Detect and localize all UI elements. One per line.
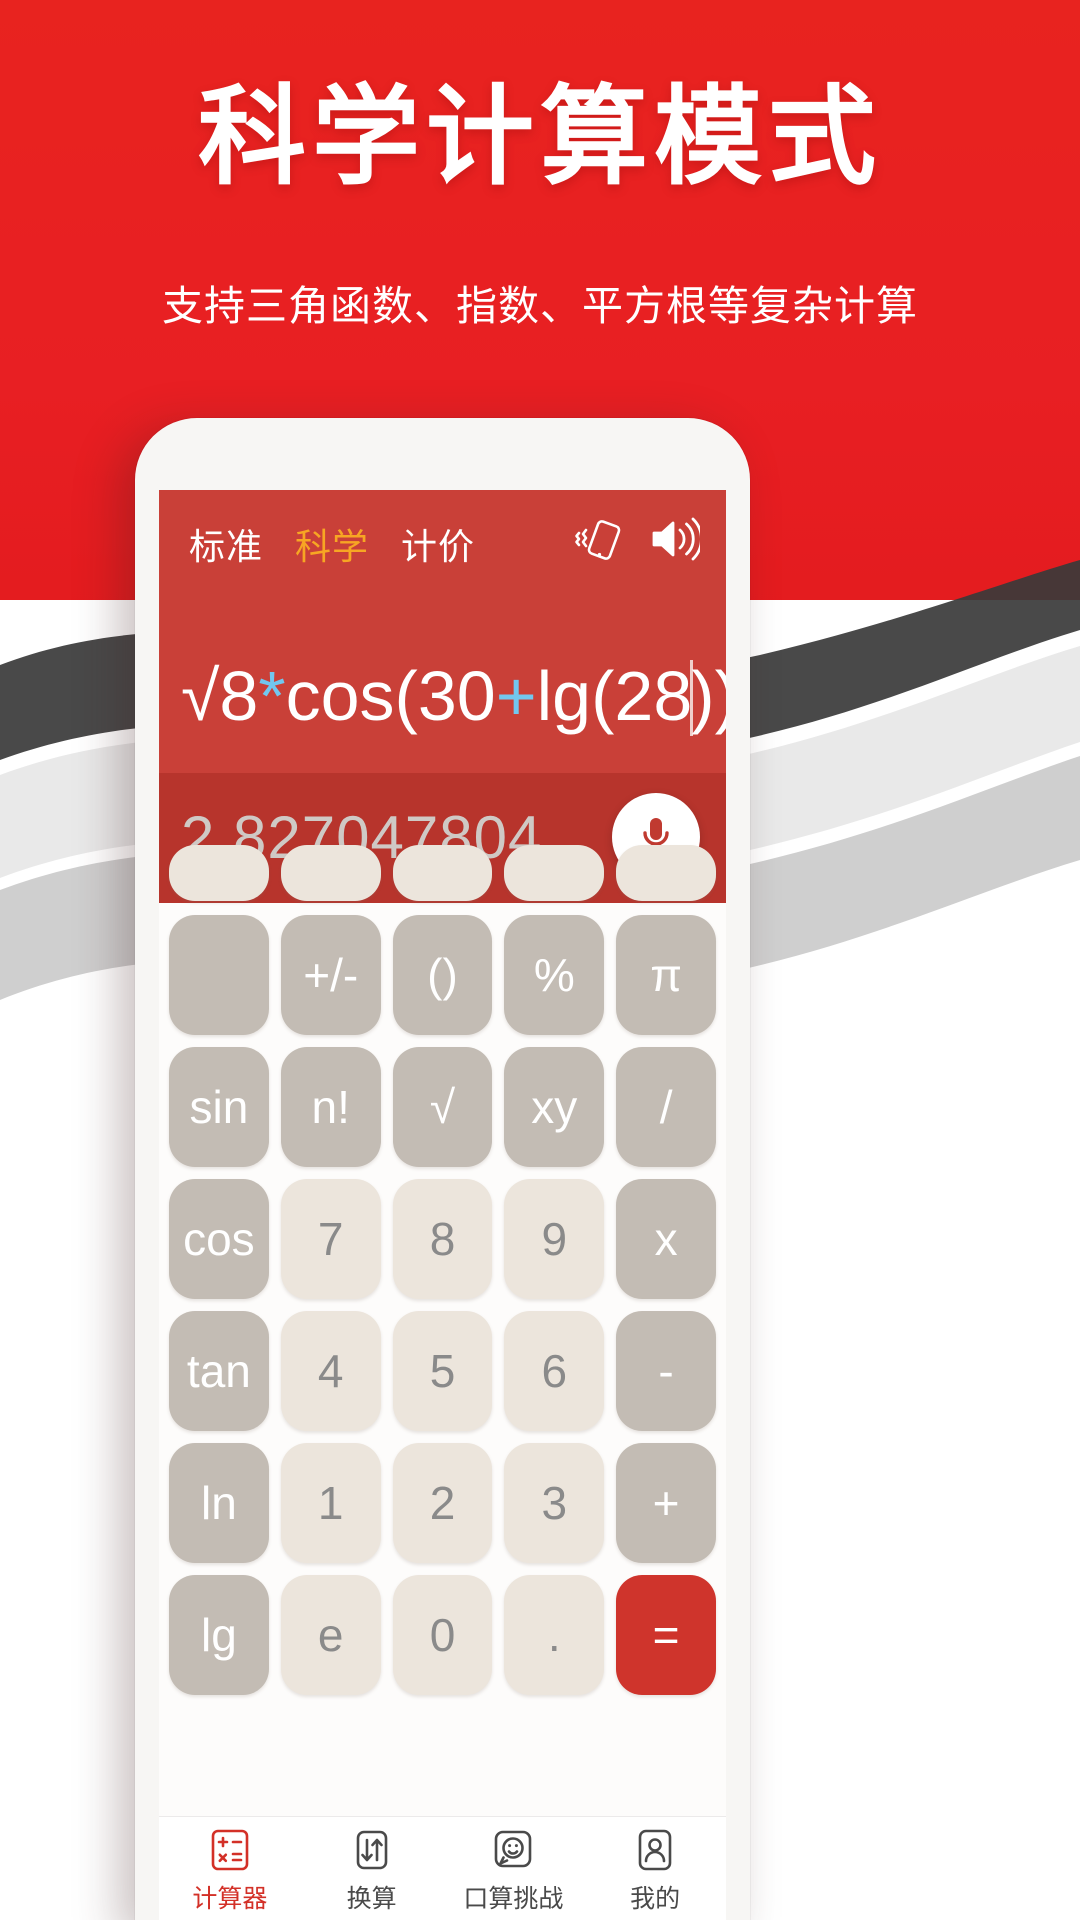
keypad-row: cos 7 8 9 x — [169, 1179, 716, 1299]
key-0[interactable]: 0 — [392, 1575, 493, 1695]
key-e[interactable]: e — [280, 1575, 381, 1695]
nav-label-calculator: 计算器 — [192, 1885, 268, 1913]
key-divide[interactable]: / — [616, 1047, 716, 1167]
nav-item-conversion[interactable]: 换算 — [301, 1827, 443, 1915]
vibrate-icon[interactable] — [572, 514, 622, 564]
convert-arrows-icon — [349, 1827, 395, 1873]
key-tan[interactable]: tan — [169, 1311, 269, 1431]
keypad-row: ln 1 2 3 + — [169, 1443, 716, 1563]
key-9[interactable]: 9 — [504, 1179, 605, 1299]
expr-part: )) — [691, 657, 726, 735]
expr-part: lg(28 — [536, 657, 693, 735]
phone-mockup: 标准 科学 计价 √8*cos(30+lg(28) 2.827047804 +/… — [135, 418, 750, 1920]
tab-pricing[interactable]: 计价 — [401, 518, 475, 570]
key-factorial[interactable]: n! — [280, 1047, 381, 1167]
key-ln[interactable]: ln — [169, 1443, 269, 1563]
expr-part: cos(30 — [285, 657, 496, 735]
key-multiply[interactable]: x — [616, 1179, 716, 1299]
key-equals[interactable]: = — [616, 1575, 716, 1695]
key-1[interactable]: 1 — [280, 1443, 381, 1563]
keypad-row: tan 4 5 6 - — [169, 1311, 716, 1431]
key-decimal[interactable]: . — [504, 1575, 605, 1695]
keypad-row: sin n! √ xy / — [169, 1047, 716, 1167]
tab-scientific[interactable]: 科学 — [295, 518, 369, 570]
key-sin[interactable]: sin — [169, 1047, 269, 1167]
page-title: 科学计算模式 — [197, 76, 882, 197]
key-hidden-1[interactable] — [169, 845, 269, 901]
nav-label-mental-math: 口算挑战 — [463, 1885, 564, 1913]
smiley-chat-icon — [490, 1827, 536, 1873]
key-plus-minus[interactable]: +/- — [280, 915, 381, 1035]
mode-tabbar: 标准 科学 计价 — [159, 490, 726, 598]
speaker-icon[interactable] — [648, 514, 700, 564]
calculator-icon — [207, 1827, 253, 1873]
nav-label-mine: 我的 — [630, 1885, 681, 1913]
key-parentheses[interactable]: () — [392, 915, 493, 1035]
key-7[interactable]: 7 — [280, 1179, 381, 1299]
nav-item-mental-math[interactable]: 口算挑战 — [443, 1827, 585, 1915]
header-icon-group — [572, 514, 700, 564]
key-cos[interactable]: cos — [169, 1179, 269, 1299]
person-card-icon — [632, 1827, 678, 1873]
nav-item-calculator[interactable]: 计算器 — [159, 1827, 301, 1915]
keypad-row: +/- () % π — [169, 915, 716, 1035]
nav-item-mine[interactable]: 我的 — [584, 1827, 726, 1915]
expr-part: √8 — [181, 657, 259, 735]
key-sqrt[interactable]: √ — [392, 1047, 493, 1167]
key-8[interactable]: 8 — [392, 1179, 493, 1299]
key-minus[interactable]: - — [616, 1311, 716, 1431]
key-percent[interactable]: % — [504, 915, 605, 1035]
key-hidden-3[interactable] — [392, 845, 493, 901]
keypad-row: lg e 0 . = — [169, 1575, 716, 1695]
keypad-row — [169, 845, 716, 901]
key-6[interactable]: 6 — [504, 1311, 605, 1431]
key-plus[interactable]: + — [616, 1443, 716, 1563]
key-4[interactable]: 4 — [280, 1311, 381, 1431]
nav-label-conversion: 换算 — [346, 1885, 397, 1913]
key-pi[interactable]: π — [616, 915, 716, 1035]
key-lg[interactable]: lg — [169, 1575, 269, 1695]
tab-standard[interactable]: 标准 — [189, 518, 263, 570]
key-blank[interactable] — [169, 915, 269, 1035]
key-hidden-4[interactable] — [504, 845, 605, 901]
expression-display: √8*cos(30+lg(28)) — [159, 660, 726, 736]
calculator-keypad: +/- () % π sin n! √ xy / cos 7 8 9 x tan — [159, 845, 726, 1818]
key-hidden-5[interactable] — [616, 845, 716, 901]
key-2[interactable]: 2 — [392, 1443, 493, 1563]
expr-operator: * — [258, 657, 286, 735]
bottom-navigation: 计算器 换算 口算挑战 我的 — [159, 1816, 726, 1920]
page-subtitle: 支持三角函数、指数、平方根等复杂计算 — [162, 283, 918, 329]
key-power[interactable]: xy — [504, 1047, 605, 1167]
key-3[interactable]: 3 — [504, 1443, 605, 1563]
key-5[interactable]: 5 — [392, 1311, 493, 1431]
expr-operator: + — [495, 657, 537, 735]
phone-screen: 标准 科学 计价 √8*cos(30+lg(28) 2.827047804 +/… — [159, 490, 726, 1920]
key-hidden-2[interactable] — [280, 845, 381, 901]
calculator-display-area: 标准 科学 计价 √8*cos(30+lg(28) 2.827047804 — [159, 490, 726, 903]
